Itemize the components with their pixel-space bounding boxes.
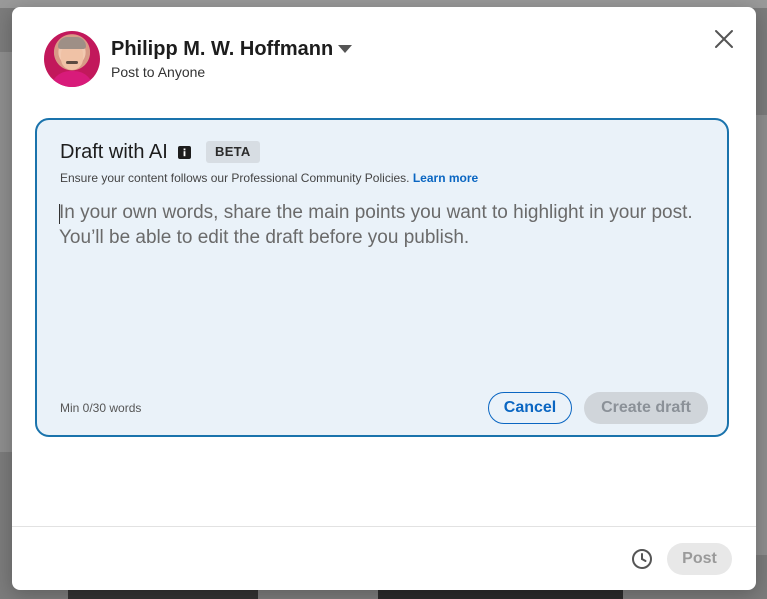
- ai-prompt-input[interactable]: [59, 200, 699, 360]
- clock-icon: [632, 549, 652, 569]
- info-icon[interactable]: [178, 146, 191, 159]
- close-icon: [715, 30, 733, 48]
- footer-divider: [12, 526, 756, 527]
- beta-badge: BETA: [206, 141, 260, 163]
- background-feed-image: [68, 590, 258, 599]
- background-feed-image: [378, 590, 623, 599]
- policy-text: Ensure your content follows our Professi…: [60, 171, 410, 185]
- schedule-post-button[interactable]: [629, 546, 655, 572]
- close-button[interactable]: [710, 25, 738, 53]
- avatar: [44, 31, 100, 87]
- modal-header: Philipp M. W. Hoffmann Post to Anyone: [12, 7, 756, 107]
- post-button[interactable]: Post: [667, 543, 732, 575]
- policy-notice: Ensure your content follows our Professi…: [60, 171, 478, 185]
- learn-more-link[interactable]: Learn more: [413, 171, 478, 185]
- audience-selector[interactable]: Post to Anyone: [111, 64, 205, 80]
- text-cursor: [59, 204, 60, 224]
- word-count: Min 0/30 words: [60, 401, 142, 415]
- ai-panel-title: Draft with AI: [60, 141, 168, 163]
- background-right-column: [756, 115, 767, 555]
- share-post-modal: Philipp M. W. Hoffmann Post to Anyone Dr…: [12, 7, 756, 590]
- author-name[interactable]: Philipp M. W. Hoffmann: [111, 38, 333, 61]
- caret-down-icon[interactable]: [338, 45, 352, 53]
- cancel-button[interactable]: Cancel: [488, 392, 572, 424]
- background-left-column: [0, 52, 12, 452]
- draft-with-ai-panel: Draft with AI BETA Ensure your content f…: [35, 118, 729, 437]
- create-draft-button[interactable]: Create draft: [584, 392, 708, 424]
